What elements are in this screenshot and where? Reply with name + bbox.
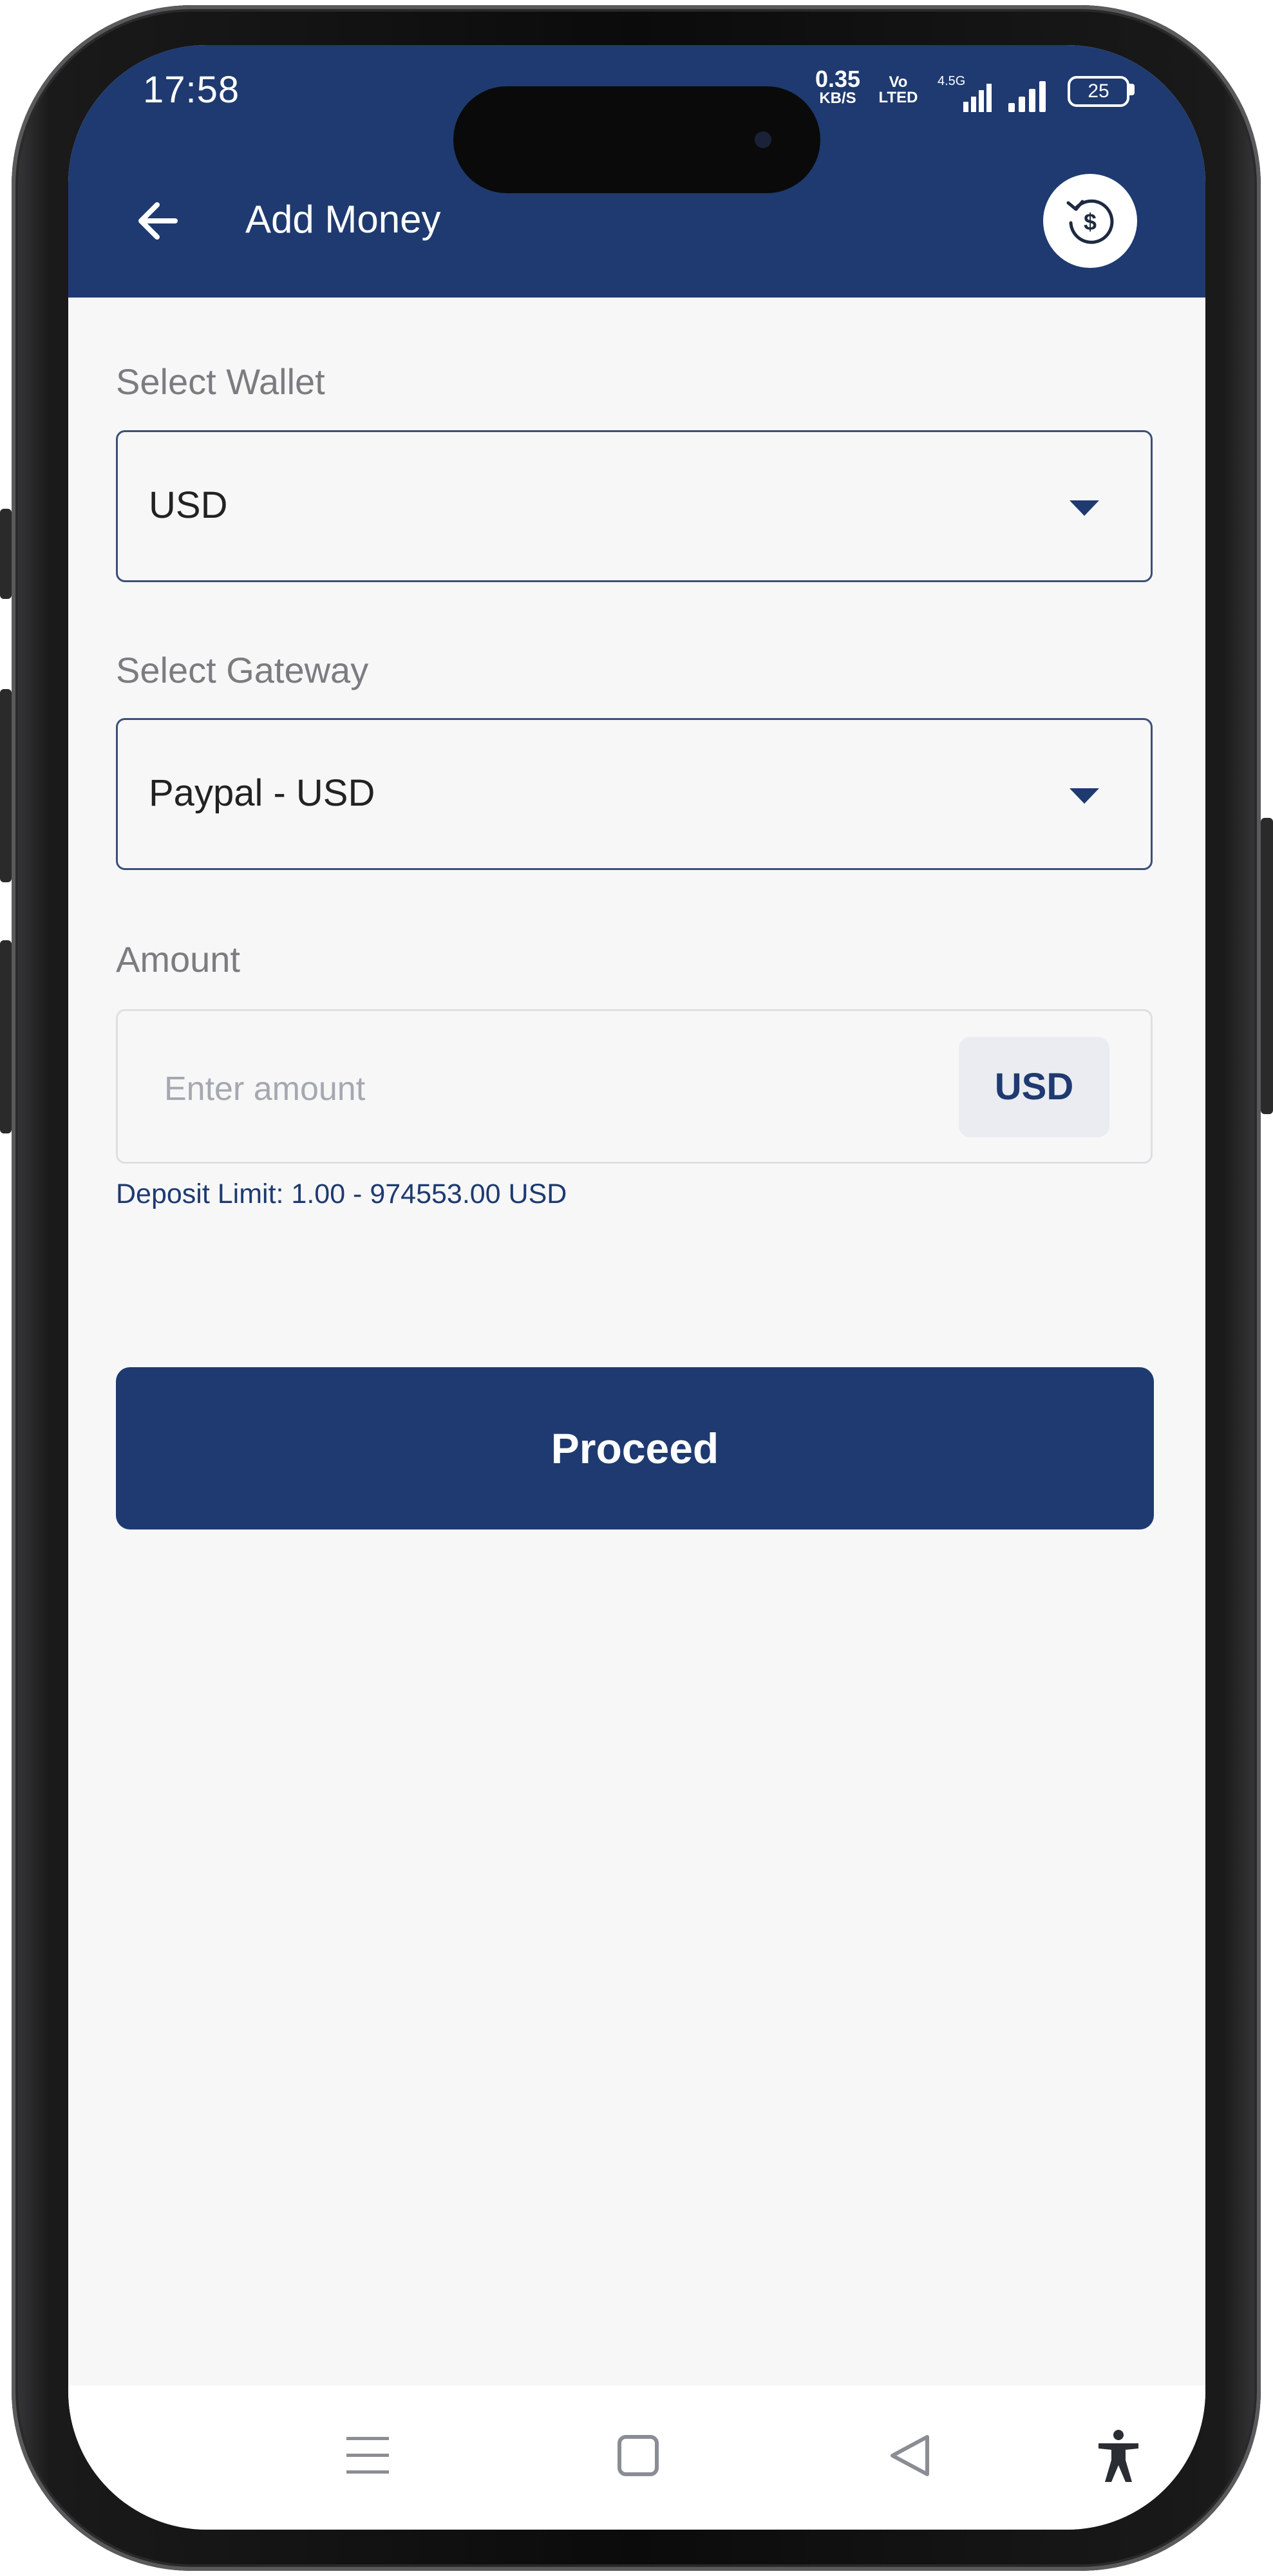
app-screen: 17:58 0.35 KB/S Vo LTED 4.5G 25 Add Mone… xyxy=(68,45,1205,2530)
signal-strength-icon xyxy=(1006,77,1057,117)
proceed-button[interactable]: Proceed xyxy=(116,1367,1154,1530)
wallet-selected-value: USD xyxy=(149,484,228,526)
amount-field: USD xyxy=(116,1009,1153,1164)
arrow-left-icon[interactable] xyxy=(130,192,188,250)
network-speed: 0.35 KB/S xyxy=(809,68,867,108)
svg-text:$: $ xyxy=(1084,209,1097,235)
battery-level: 25 xyxy=(1088,80,1109,102)
page-title: Add Money xyxy=(245,198,441,241)
amount-label: Amount xyxy=(116,939,240,980)
amount-input[interactable] xyxy=(163,1056,874,1122)
menu-icon[interactable] xyxy=(345,2434,390,2480)
currency-history-button[interactable]: $ xyxy=(1043,174,1137,268)
wallet-label: Select Wallet xyxy=(116,361,325,402)
gateway-label: Select Gateway xyxy=(116,650,369,690)
accessibility-icon[interactable] xyxy=(1096,2429,1141,2486)
network-type-label: 4.5G xyxy=(938,74,965,88)
network-speed-value: 0.35 xyxy=(815,66,861,92)
currency-history-icon: $ xyxy=(1066,199,1114,244)
app-header: 17:58 0.35 KB/S Vo LTED 4.5G 25 Add Mone… xyxy=(68,45,1205,298)
wallet-select[interactable]: USD xyxy=(116,430,1153,582)
chevron-down-icon xyxy=(1070,788,1099,804)
battery-icon: 25 xyxy=(1068,76,1129,107)
gateway-selected-value: Paypal - USD xyxy=(149,772,375,814)
home-square-icon[interactable] xyxy=(617,2434,659,2480)
system-nav-bar xyxy=(68,2385,1205,2530)
volte-top: Vo xyxy=(889,73,908,91)
phone-volume-up xyxy=(0,689,12,882)
phone-power-button xyxy=(1261,818,1273,1114)
camera-icon xyxy=(755,131,771,148)
phone-mute-switch xyxy=(0,509,12,599)
status-time: 17:58 xyxy=(143,69,240,111)
dynamic-island xyxy=(453,86,820,193)
battery-tip xyxy=(1129,84,1135,95)
currency-badge: USD xyxy=(959,1037,1109,1137)
back-triangle-icon[interactable] xyxy=(887,2433,931,2481)
phone-volume-down xyxy=(0,940,12,1133)
chevron-down-icon xyxy=(1070,500,1099,516)
mobile-data-icon: 4.5G xyxy=(931,71,995,119)
volte-bottom: LTED xyxy=(878,89,918,106)
deposit-limit-text: Deposit Limit: 1.00 - 974553.00 USD xyxy=(116,1179,567,1209)
volte-indicator: Vo LTED xyxy=(876,75,921,106)
gateway-select[interactable]: Paypal - USD xyxy=(116,718,1153,870)
